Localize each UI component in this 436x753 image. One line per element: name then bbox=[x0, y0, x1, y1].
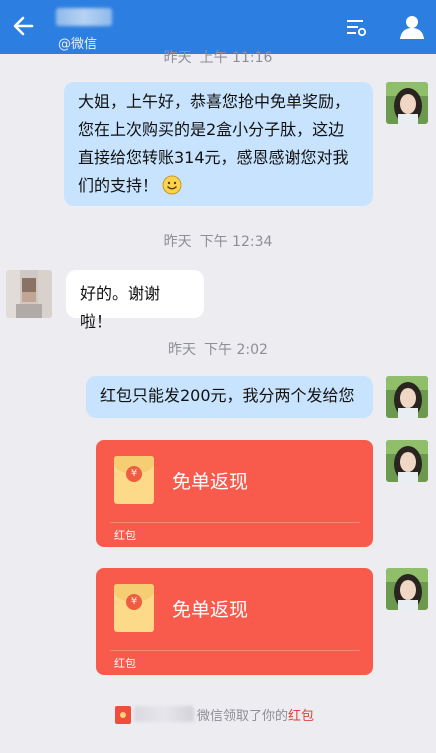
system-notice-label: 微信领取了你的 bbox=[197, 709, 289, 724]
yuan-coin-icon: ¥ bbox=[126, 594, 142, 610]
message-bubble-received[interactable]: 好的。谢谢啦！ bbox=[66, 270, 204, 331]
divider bbox=[110, 650, 360, 651]
arrow-left-icon[interactable] bbox=[10, 12, 38, 40]
timestamp-time: 下午 12:34 bbox=[199, 234, 273, 250]
message-line: 大姐，上午好，恭喜您抢中免单奖励， bbox=[78, 92, 351, 111]
red-packet-message[interactable]: ¥ 免单返现 红包 bbox=[96, 568, 373, 675]
timestamp-day: 昨天 bbox=[168, 342, 197, 358]
my-avatar[interactable] bbox=[386, 440, 428, 482]
red-packet-link[interactable]: 红包 bbox=[288, 709, 314, 724]
timestamp: 昨天 下午 12:34 bbox=[0, 231, 436, 251]
message-text: 红包只能发200元，我分两个发给您 bbox=[100, 386, 355, 405]
yuan-coin-icon: ¥ bbox=[126, 466, 142, 482]
divider bbox=[110, 522, 360, 523]
red-packet-title: 免单返现 bbox=[172, 599, 249, 621]
timestamp-time: 上午 11:16 bbox=[199, 50, 273, 66]
red-packet-title: 免单返现 bbox=[172, 471, 249, 493]
red-packet-label: 红包 bbox=[114, 529, 136, 542]
message-line: 直接给您转账314元，感恩感谢您对我 bbox=[78, 148, 349, 167]
message-bubble-sent[interactable]: 大姐，上午好，恭喜您抢中免单奖励， 您在上次购买的是2盒小分子肽，这边 直接给您… bbox=[64, 82, 373, 206]
my-avatar[interactable] bbox=[386, 568, 428, 610]
contact-name-blurred bbox=[56, 8, 112, 26]
user-icon[interactable] bbox=[399, 14, 425, 40]
message-text: 好的。谢谢啦！ bbox=[80, 284, 161, 331]
message-line-text: 们的支持！ bbox=[78, 176, 159, 195]
my-avatar[interactable] bbox=[386, 376, 428, 418]
list-settings-icon[interactable] bbox=[344, 16, 368, 40]
contact-avatar[interactable] bbox=[6, 270, 52, 318]
avatar-photo-icon bbox=[386, 82, 428, 124]
avatar-photo-icon bbox=[386, 568, 428, 610]
message-line: 们的支持！ bbox=[78, 172, 359, 200]
timestamp: 昨天 下午 2:02 bbox=[0, 339, 436, 359]
message-bubble-sent[interactable]: 红包只能发200元，我分两个发给您 bbox=[86, 376, 373, 418]
claimer-name-blurred bbox=[134, 706, 194, 722]
timestamp-day: 昨天 bbox=[163, 50, 192, 66]
red-packet-label: 红包 bbox=[114, 657, 136, 670]
timestamp: 昨天 上午 11:16 bbox=[0, 47, 436, 67]
my-avatar[interactable] bbox=[386, 82, 428, 124]
system-notice: 微信领取了你的红包 bbox=[0, 704, 436, 724]
red-envelope-icon: ¥ bbox=[114, 456, 154, 504]
red-packet-message[interactable]: ¥ 免单返现 红包 bbox=[96, 440, 373, 547]
red-envelope-icon: ¥ bbox=[114, 584, 154, 632]
avatar-photo-icon bbox=[386, 440, 428, 482]
chat-header: @微信 bbox=[0, 0, 436, 54]
avatar-photo-icon bbox=[386, 376, 428, 418]
system-notice-text: 微信领取了你的红包 bbox=[197, 705, 314, 724]
message-line: 您在上次购买的是2盒小分子肽，这边 bbox=[78, 120, 345, 139]
timestamp-day: 昨天 bbox=[163, 234, 192, 250]
red-packet-small-icon bbox=[115, 706, 131, 724]
smile-emoji-icon bbox=[162, 175, 182, 195]
avatar-blurred-icon bbox=[6, 270, 52, 318]
timestamp-time: 下午 2:02 bbox=[204, 342, 268, 358]
